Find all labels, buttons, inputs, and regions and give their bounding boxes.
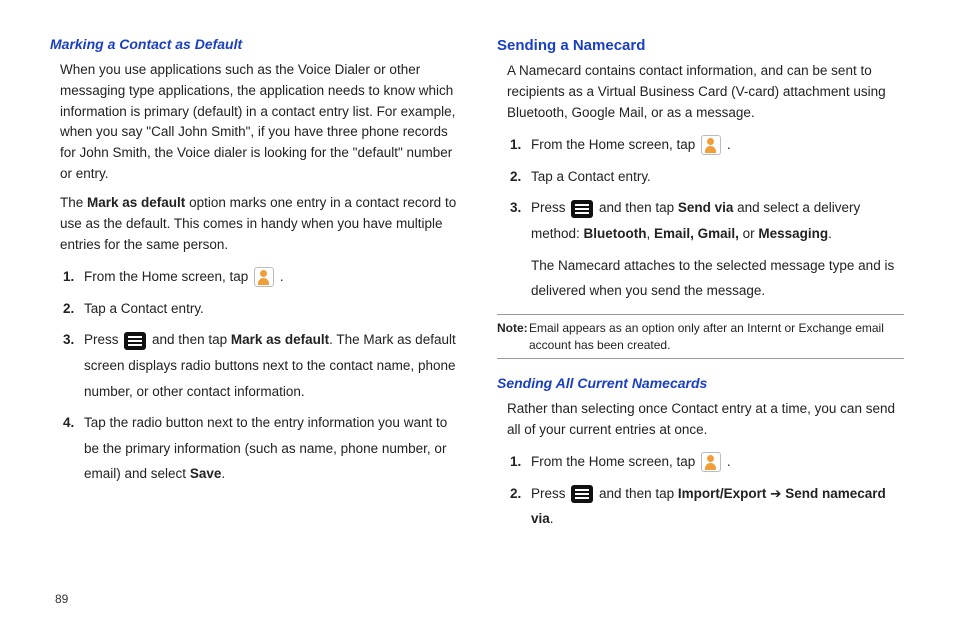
text: Press: [531, 486, 569, 501]
right-column: Sending a Namecard A Namecard contains c…: [497, 34, 904, 594]
list-item: Tap a Contact entry.: [78, 296, 457, 322]
text: .: [221, 466, 225, 481]
note-block: Note: Email appears as an option only af…: [497, 314, 904, 360]
heading-sending-namecard: Sending a Namecard: [497, 34, 904, 57]
menu-icon: [571, 200, 593, 218]
text: or: [739, 226, 759, 241]
heading-sending-all-namecards: Sending All Current Namecards: [497, 373, 904, 395]
menu-icon: [124, 332, 146, 350]
text-bold: Mark as default: [87, 195, 185, 210]
paragraph: The Mark as default option marks one ent…: [50, 193, 457, 256]
list-item: Press and then tap Send via and select a…: [525, 195, 904, 304]
list-item: Press and then tap Mark as default. The …: [78, 327, 457, 404]
text: .: [280, 269, 284, 284]
page-number: 89: [55, 592, 68, 606]
text: .: [727, 137, 731, 152]
paragraph: The Namecard attaches to the selected me…: [531, 253, 904, 304]
list-item: Tap the radio button next to the entry i…: [78, 410, 457, 487]
list-item: From the Home screen, tap .: [525, 449, 904, 475]
steps-list: From the Home screen, tap . Tap a Contac…: [50, 264, 457, 487]
paragraph: Rather than selecting once Contact entry…: [497, 399, 904, 441]
text: and then tap: [599, 486, 678, 501]
text: .: [828, 226, 832, 241]
arrow-icon: ➔: [766, 486, 785, 501]
menu-icon: [571, 485, 593, 503]
contacts-icon: [254, 267, 274, 287]
text: The: [60, 195, 87, 210]
text: From the Home screen, tap: [531, 137, 699, 152]
text: ,: [647, 226, 655, 241]
text: Press: [84, 332, 122, 347]
note-label: Note:: [497, 320, 528, 337]
note-body: Email appears as an option only after an…: [497, 320, 904, 354]
text-bold: Messaging: [758, 226, 828, 241]
text: .: [727, 454, 731, 469]
text-bold: Bluetooth: [584, 226, 647, 241]
text-bold: Send via: [678, 200, 734, 215]
heading-mark-default: Marking a Contact as Default: [50, 34, 457, 56]
text: and then tap: [599, 200, 678, 215]
steps-list: From the Home screen, tap . Press and th…: [497, 449, 904, 532]
text-bold: Import/Export: [678, 486, 767, 501]
text-bold: Mark as default: [231, 332, 329, 347]
paragraph: A Namecard contains contact information,…: [497, 61, 904, 124]
paragraph: When you use applications such as the Vo…: [50, 60, 457, 186]
manual-page: Marking a Contact as Default When you us…: [0, 0, 954, 604]
text: .: [550, 511, 554, 526]
contacts-icon: [701, 135, 721, 155]
text-bold: Save: [190, 466, 222, 481]
text: Tap the radio button next to the entry i…: [84, 415, 447, 481]
text: From the Home screen, tap: [84, 269, 252, 284]
contacts-icon: [701, 452, 721, 472]
text: From the Home screen, tap: [531, 454, 699, 469]
left-column: Marking a Contact as Default When you us…: [50, 34, 457, 594]
list-item: Press and then tap Import/Export ➔ Send …: [525, 481, 904, 532]
list-item: Tap a Contact entry.: [525, 164, 904, 190]
text: and then tap: [152, 332, 231, 347]
list-item: From the Home screen, tap .: [78, 264, 457, 290]
steps-list: From the Home screen, tap . Tap a Contac…: [497, 132, 904, 304]
text: Press: [531, 200, 569, 215]
text-bold: Email, Gmail,: [654, 226, 739, 241]
list-item: From the Home screen, tap .: [525, 132, 904, 158]
